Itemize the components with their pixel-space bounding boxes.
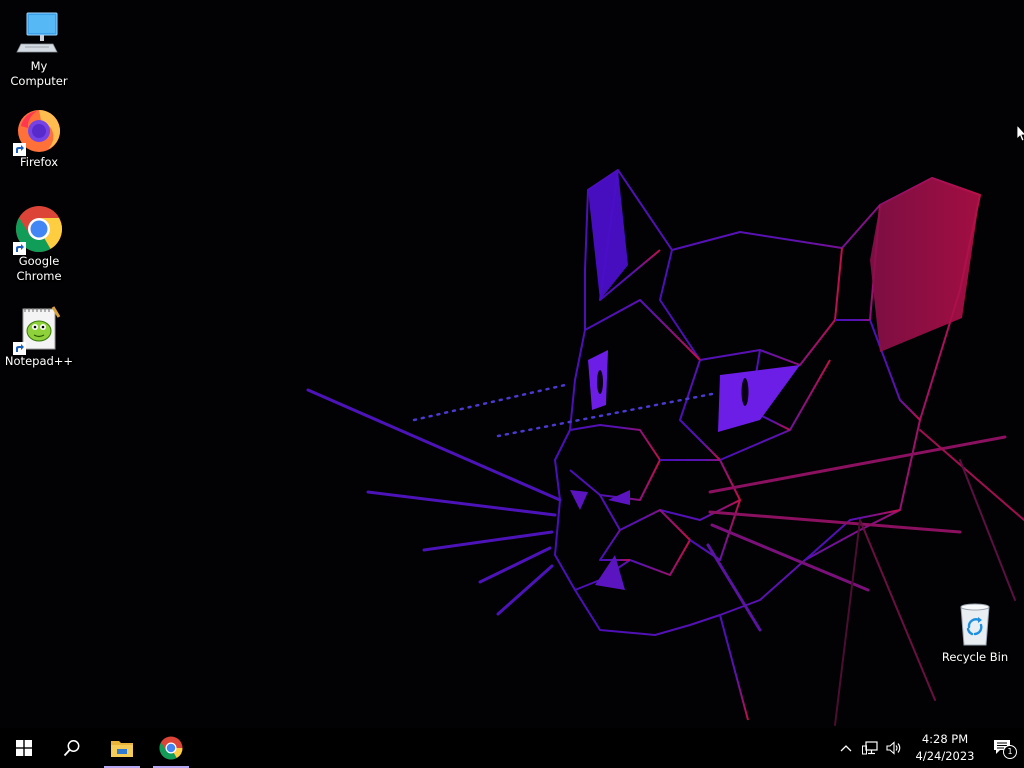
chrome-icon — [159, 736, 183, 760]
desktop[interactable]: My Computer Firefox Google Chrome Notepa… — [0, 0, 1024, 728]
desktop-icon-google-chrome[interactable]: Google Chrome — [1, 205, 77, 284]
desktop-icon-firefox[interactable]: Firefox — [1, 106, 77, 170]
file-explorer-icon — [111, 741, 133, 757]
windows-start-icon — [16, 740, 32, 756]
notepadpp-icon — [13, 305, 63, 355]
clock: 4:28 PM 4/24/2023 — [911, 731, 979, 765]
recycle-bin-icon — [951, 601, 999, 649]
volume-button[interactable] — [882, 728, 906, 768]
shortcut-arrow-icon — [13, 143, 26, 156]
clock-button[interactable]: 4:28 PM 4/24/2023 — [906, 728, 984, 768]
wallpaper-panther-graphic — [306, 169, 1024, 726]
clock-time: 4:28 PM — [921, 732, 969, 746]
desktop-icon-notepadpp[interactable]: Notepad++ — [1, 305, 77, 369]
firefox-icon — [13, 106, 63, 156]
system-tray: 4:28 PM 4/24/2023 1 — [834, 728, 1024, 768]
desktop-icon-label: Recycle Bin — [941, 650, 1009, 664]
desktop-icon-label-line1: Google — [18, 254, 60, 268]
computer-icon — [15, 10, 63, 58]
desktop-icon-label: My Computer — [10, 59, 68, 88]
action-center-button[interactable]: 1 — [984, 728, 1024, 768]
chrome-icon — [13, 205, 63, 255]
taskbar: 4:28 PM 4/24/2023 1 — [0, 728, 1024, 768]
clock-date: 4/24/2023 — [915, 749, 975, 763]
search-button[interactable] — [48, 728, 96, 768]
mouse-cursor-icon — [1017, 125, 1024, 142]
notification-count-badge: 1 — [1003, 745, 1017, 759]
shortcut-arrow-icon — [13, 242, 26, 255]
speaker-icon — [886, 741, 901, 755]
search-icon — [63, 740, 80, 757]
desktop-icon-label: Firefox — [19, 155, 59, 169]
chevron-up-icon — [840, 745, 852, 752]
start-button[interactable] — [0, 728, 48, 768]
taskbar-file-explorer[interactable] — [102, 728, 142, 768]
desktop-icon-recycle-bin[interactable]: Recycle Bin — [937, 601, 1013, 665]
show-hidden-icons-button[interactable] — [834, 728, 858, 768]
network-icon — [862, 741, 878, 755]
taskbar-google-chrome[interactable] — [151, 728, 191, 768]
desktop-icon-my-computer[interactable]: My Computer — [1, 10, 77, 89]
desktop-icon-label: Notepad++ — [4, 354, 74, 368]
desktop-icon-label-line2: Chrome — [16, 269, 62, 283]
shortcut-arrow-icon — [13, 342, 26, 355]
network-button[interactable] — [858, 728, 882, 768]
